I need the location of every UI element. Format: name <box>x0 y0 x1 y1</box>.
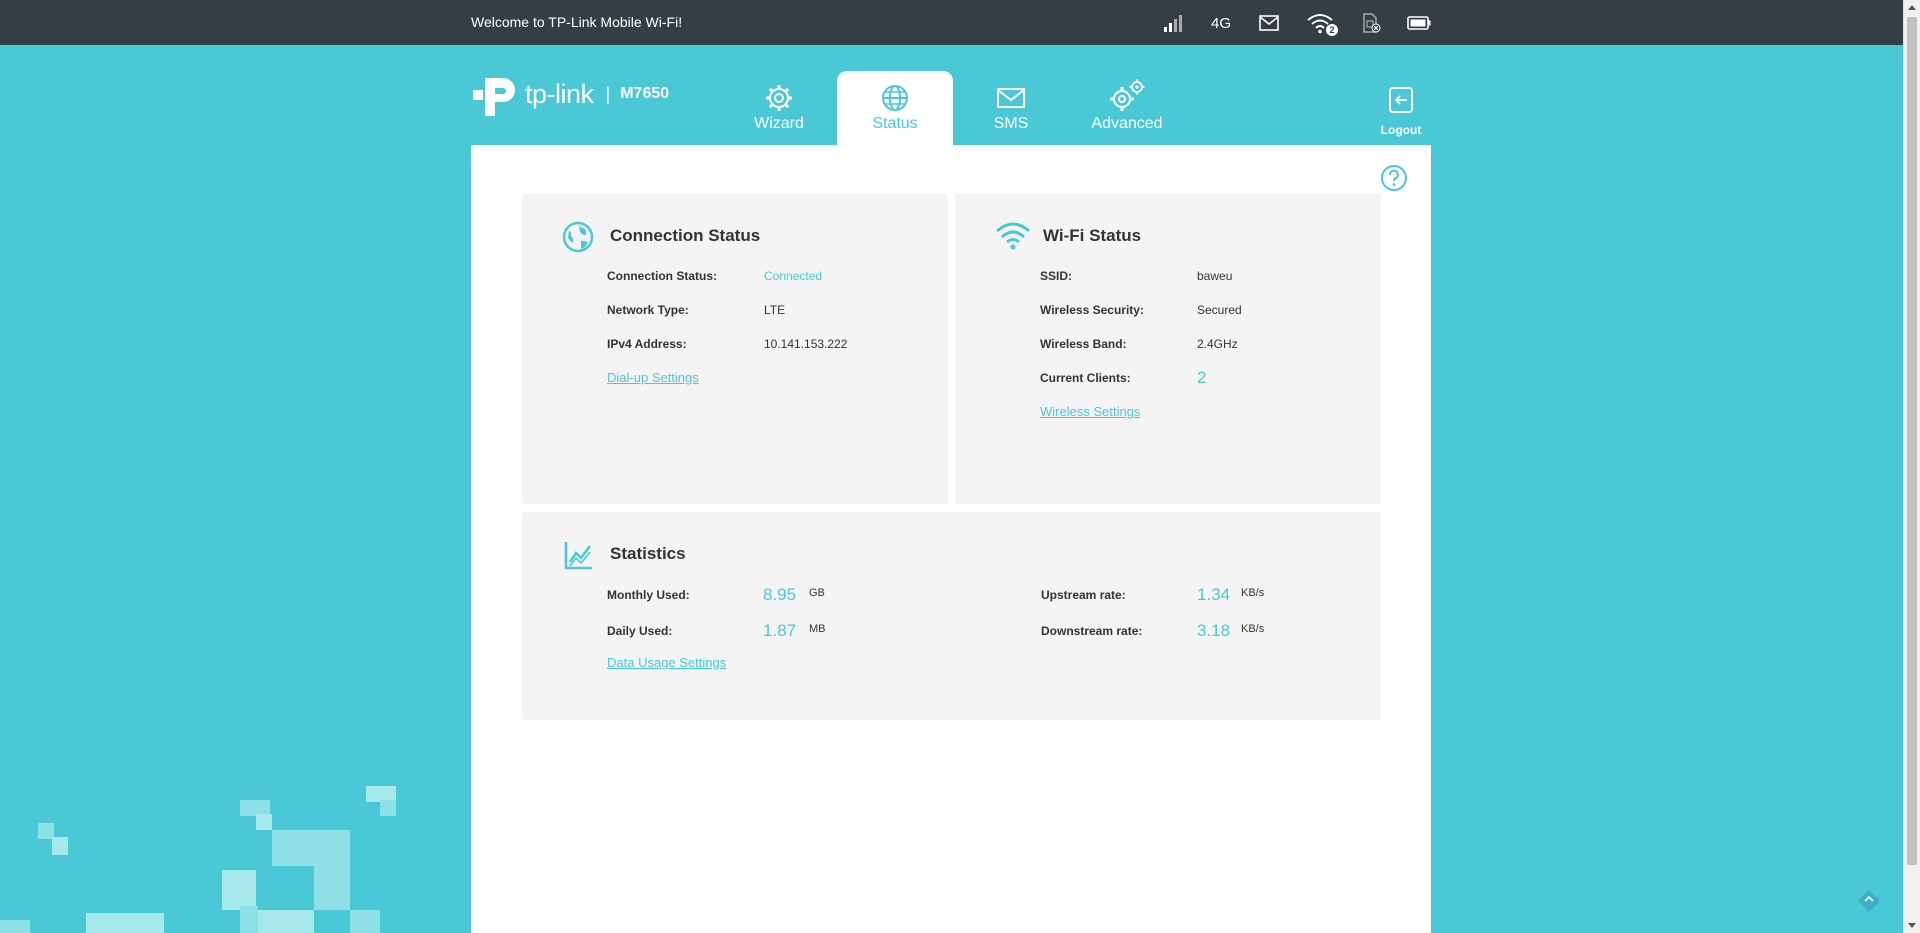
scrollbar-thumb[interactable] <box>1907 17 1917 865</box>
wifi-clients-icon[interactable]: 2 <box>1304 10 1338 36</box>
tab-status-label: Status <box>872 115 918 132</box>
globe-icon <box>880 83 910 113</box>
ipv4-address-value: 10.141.153.222 <box>764 337 848 351</box>
vertical-scrollbar[interactable] <box>1903 0 1920 933</box>
row-label: Current Clients: <box>1040 371 1131 385</box>
upstream-rate-unit: KB/s <box>1241 587 1265 599</box>
row-label: Connection Status: <box>607 269 717 283</box>
data-usage-settings-link[interactable]: Data Usage Settings <box>607 655 726 670</box>
wifi-status-title: Wi-Fi Status <box>1043 226 1142 245</box>
row-label: Daily Used: <box>607 624 673 638</box>
tab-wizard-label: Wizard <box>754 115 804 132</box>
line-chart-icon <box>564 542 592 570</box>
scroll-up-arrow-icon[interactable] <box>1908 5 1916 10</box>
row-label: Wireless Security: <box>1040 303 1144 317</box>
tab-advanced[interactable]: Advanced <box>1069 71 1185 145</box>
wifi-icon <box>996 222 1030 250</box>
logout-label: Logout <box>1380 123 1422 137</box>
connection-status-title: Connection Status <box>610 226 761 245</box>
tp-link-logo-icon <box>473 78 515 116</box>
wifi-status-card: Wi-Fi Status SSID: baweu Wireless Securi… <box>955 194 1381 504</box>
wireless-band-value: 2.4GHz <box>1197 337 1238 351</box>
main-nav: Wizard Status SMS Advanced <box>721 71 1185 145</box>
connection-status-value: Connected <box>764 269 823 283</box>
downstream-rate-value: 3.18 <box>1197 621 1231 640</box>
statistics-title: Statistics <box>610 544 686 563</box>
envelope-icon <box>996 83 1026 113</box>
top-status-bar: Welcome to TP-Link Mobile Wi-Fi! 4G 2 <box>0 0 1903 45</box>
tab-status[interactable]: Status <box>837 71 953 145</box>
model-name: M7650 <box>620 85 670 102</box>
tab-sms[interactable]: SMS <box>953 71 1069 145</box>
ssid-value: baweu <box>1197 269 1233 283</box>
tab-wizard[interactable]: Wizard <box>721 71 837 145</box>
upstream-rate-value: 1.34 <box>1197 585 1231 604</box>
logout-button[interactable]: Logout <box>1380 86 1422 137</box>
row-label: Downstream rate: <box>1041 624 1143 638</box>
statistics-card: Statistics Monthly Used: 8.95 GB Daily U… <box>522 512 1381 720</box>
row-label: Network Type: <box>607 303 689 317</box>
tab-sms-label: SMS <box>993 115 1029 132</box>
network-type-value: LTE <box>764 303 786 317</box>
wireless-security-value: Secured <box>1197 303 1242 317</box>
row-label: Monthly Used: <box>607 588 690 602</box>
tp-link-logo: tp-link | M7650 <box>471 70 669 118</box>
monthly-used-value: 8.95 <box>763 585 797 604</box>
network-type-label: 4G <box>1210 14 1231 32</box>
floating-diamond-icon[interactable] <box>1856 888 1882 914</box>
battery-icon <box>1406 10 1432 36</box>
signal-bars-icon <box>1160 10 1186 36</box>
row-label: Upstream rate: <box>1041 588 1126 602</box>
daily-used-unit: MB <box>809 623 826 635</box>
main-panel: Connection Status Connection Status: Con… <box>471 145 1431 933</box>
gear-icon <box>764 83 794 113</box>
help-icon[interactable] <box>1380 164 1408 192</box>
wireless-settings-link[interactable]: Wireless Settings <box>1040 404 1140 419</box>
dialup-settings-link[interactable]: Dial-up Settings <box>607 370 699 385</box>
tab-advanced-label: Advanced <box>1091 115 1163 132</box>
globe-icon <box>562 221 594 253</box>
double-gear-icon <box>1109 79 1145 111</box>
mail-icon[interactable] <box>1256 10 1282 36</box>
downstream-rate-unit: KB/s <box>1241 623 1265 635</box>
row-label: Wireless Band: <box>1040 337 1127 351</box>
sim-card-icon <box>1358 10 1384 36</box>
row-label: SSID: <box>1040 269 1073 283</box>
row-label: IPv4 Address: <box>607 337 687 351</box>
logout-icon <box>1389 87 1413 113</box>
status-icons: 4G 2 <box>1160 10 1454 36</box>
brand-name: tp-link <box>525 78 594 109</box>
scroll-down-arrow-icon[interactable] <box>1908 923 1916 928</box>
welcome-text: Welcome to TP-Link Mobile Wi-Fi! <box>471 14 683 30</box>
daily-used-value: 1.87 <box>763 621 797 640</box>
wifi-clients-badge: 2 <box>1326 24 1338 36</box>
monthly-used-unit: GB <box>809 587 825 599</box>
current-clients-value: 2 <box>1197 368 1207 387</box>
connection-status-card: Connection Status Connection Status: Con… <box>522 194 948 504</box>
